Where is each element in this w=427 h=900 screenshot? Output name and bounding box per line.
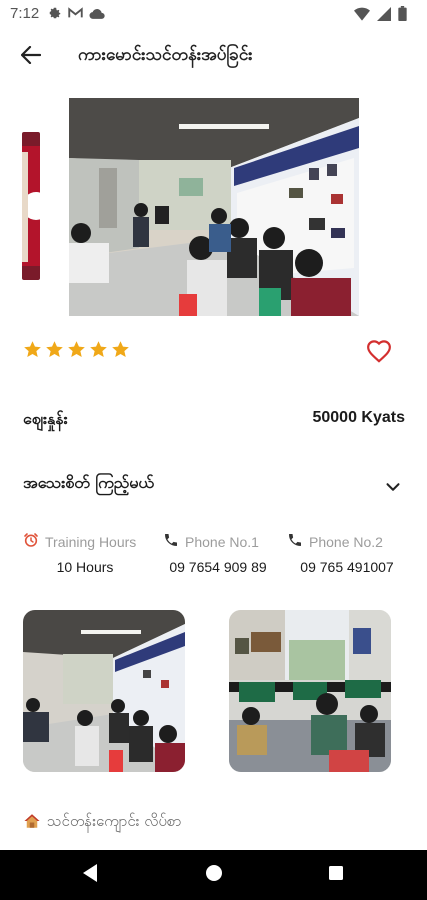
carousel-previous-image[interactable] xyxy=(22,132,40,280)
gallery-image[interactable] xyxy=(229,610,391,772)
training-hours-info: Training Hours 10 Hours xyxy=(23,532,147,575)
details-label: အသေးစိတ် ကြည့်မယ် xyxy=(23,473,154,492)
star-icon xyxy=(89,340,108,363)
info-row: Training Hours 10 Hours Phone No.1 09 76… xyxy=(0,532,427,580)
status-time: 7:12 xyxy=(10,5,40,22)
phone2-info[interactable]: Phone No.2 09 765 491007 xyxy=(287,532,407,575)
signal-icon xyxy=(377,6,391,25)
price-label: ဈေးနှုန်း xyxy=(23,409,68,428)
settings-icon xyxy=(48,6,62,24)
price-value: 50000 Kyats xyxy=(312,409,405,426)
alarm-clock-icon xyxy=(23,532,39,551)
phone-icon xyxy=(163,532,179,551)
chevron-down-icon xyxy=(382,476,404,498)
battery-icon xyxy=(398,6,407,25)
square-recents-icon xyxy=(328,865,344,885)
address-label: သင်တန်းကျောင်း လိပ်စာ xyxy=(47,812,182,830)
photo-carousel[interactable] xyxy=(0,98,427,316)
phone2-value[interactable]: 09 765 491007 xyxy=(287,559,407,575)
triangle-back-icon xyxy=(81,863,99,887)
price-row: ဈေးနှုန်း 50000 Kyats xyxy=(0,402,427,436)
nav-back-button[interactable] xyxy=(60,850,120,900)
phone-icon xyxy=(287,532,303,551)
system-nav-bar xyxy=(0,850,427,900)
nav-recents-button[interactable] xyxy=(306,850,366,900)
favorite-button[interactable] xyxy=(366,339,392,365)
gmail-icon xyxy=(68,7,83,23)
cloud-icon xyxy=(89,7,105,23)
phone1-value[interactable]: 09 7654 909 89 xyxy=(163,559,273,575)
gallery-image[interactable] xyxy=(23,610,185,772)
arrow-left-icon xyxy=(20,45,42,68)
main-classroom-photo[interactable] xyxy=(69,98,359,316)
training-hours-value: 10 Hours xyxy=(56,559,114,575)
status-bar: 7:12 xyxy=(0,0,427,28)
star-rating xyxy=(23,340,130,363)
page-title: ကားမောင်းသင်တန်းအပ်ခြင်း xyxy=(78,45,253,65)
phone1-label: Phone No.1 xyxy=(185,533,259,550)
app-bar: ကားမောင်းသင်တန်းအပ်ခြင်း xyxy=(0,28,427,84)
star-icon xyxy=(111,340,130,363)
house-icon xyxy=(23,812,41,834)
star-icon xyxy=(23,340,42,363)
back-button[interactable] xyxy=(16,42,46,72)
training-hours-label: Training Hours xyxy=(45,533,137,550)
star-icon xyxy=(67,340,86,363)
star-icon xyxy=(45,340,64,363)
wifi-icon xyxy=(354,7,370,25)
heart-outline-icon xyxy=(366,340,392,369)
address-section[interactable]: သင်တန်းကျောင်း လိပ်စာ xyxy=(23,812,181,834)
phone1-info[interactable]: Phone No.1 09 7654 909 89 xyxy=(163,532,273,575)
nav-home-button[interactable] xyxy=(184,850,244,900)
circle-home-icon xyxy=(205,864,223,886)
phone2-label: Phone No.2 xyxy=(309,533,383,550)
details-toggle[interactable]: အသေးစိတ် ကြည့်မယ် xyxy=(0,466,427,506)
